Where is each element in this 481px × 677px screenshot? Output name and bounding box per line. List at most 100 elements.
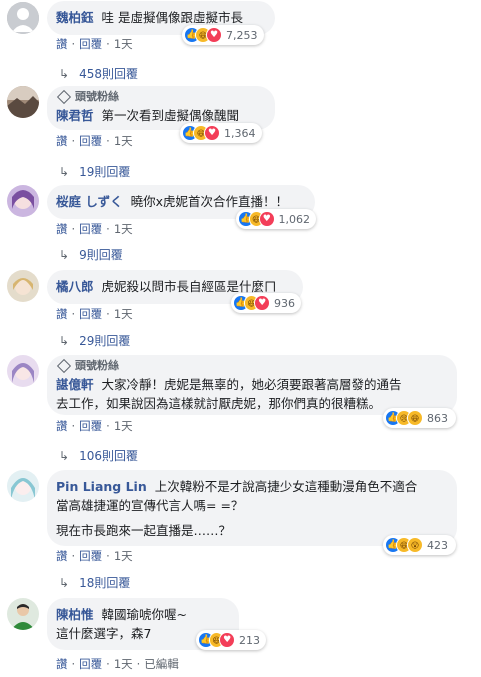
reaction-summary[interactable]: 👍 😆 ♥ 7,253 [182,25,264,45]
commenter-name[interactable]: Pin Liang Lin [56,479,147,494]
badge-label: 頭號粉絲 [75,359,119,372]
avatar[interactable] [7,2,39,34]
reply-link[interactable]: 回覆 [79,307,102,321]
love-reaction-icon: ♥ [206,27,222,43]
replies-count[interactable]: 106則回覆 [79,447,138,464]
replies-count[interactable]: 18則回覆 [79,574,130,591]
reply-link[interactable]: 回覆 [79,657,102,671]
love-reaction-icon: ♥ [219,632,236,648]
timestamp[interactable]: 1天 [114,307,133,321]
comment-actions: 讚 · 回覆 · 1天 [56,37,133,51]
comment-text: 第一次看到虛擬偶像醜聞 [101,108,240,123]
reaction-summary[interactable]: 👍 😆 ♥ 936 [231,293,301,313]
commenter-name[interactable]: 陳君哲 [56,108,94,123]
love-reaction-icon: ♥ [204,125,220,141]
haha-reaction-icon: 😆 [407,410,423,426]
comment-text: 大家冷靜！虎妮是無辜的，她必須要跟著高層發的通告 [101,377,402,392]
view-replies-link[interactable]: ↳ 458則回覆 [59,65,138,82]
avatar[interactable] [7,185,39,217]
replies-count[interactable]: 19則回覆 [79,163,130,180]
like-link[interactable]: 讚 [56,549,68,563]
timestamp[interactable]: 1天 [114,419,133,433]
view-replies-link[interactable]: ↳ 29則回覆 [59,332,130,349]
user-silhouette-icon [7,2,39,34]
comment-actions: 讚 · 回覆 · 1天 [56,307,133,321]
view-replies-link[interactable]: ↳ 18則回覆 [59,574,130,591]
reaction-count: 213 [239,633,261,647]
comment-line: 諶億軒 大家冷靜！虎妮是無辜的，她必須要跟著高層發的通告 [56,375,445,394]
reply-link[interactable]: 回覆 [79,549,102,563]
reply-link[interactable]: 回覆 [79,37,102,51]
profile-photo-avatar-icon [7,598,39,630]
edited-label[interactable]: 已編輯 [144,657,179,671]
timestamp[interactable]: 1天 [114,134,133,148]
comment-actions: 讚 · 回覆 · 1天 [56,134,133,148]
commenter-name[interactable]: 陳柏惟 [56,607,94,622]
comment-actions: 讚 · 回覆 · 1天 · 已編輯 [56,657,179,671]
anime-avatar-icon [7,470,39,502]
reaction-count: 863 [427,411,448,425]
reaction-summary[interactable]: 👍 😆 ♥ 1,062 [236,209,316,229]
timestamp[interactable]: 1天 [114,37,133,51]
reaction-count: 7,253 [226,28,258,42]
commenter-name[interactable]: 桜庭 しずく [56,194,123,209]
doll-avatar-icon [7,270,39,302]
avatar[interactable] [7,470,39,502]
reply-arrow-icon: ↳ [59,575,70,590]
reply-arrow-icon: ↳ [59,448,70,463]
view-replies-link[interactable]: ↳ 106則回覆 [59,447,138,464]
comment-text: 韓國瑜唬你喔~ [101,607,187,622]
wow-reaction-icon: 😮 [407,537,423,553]
reaction-count: 936 [274,296,296,310]
timestamp[interactable]: 1天 [114,222,133,236]
like-link[interactable]: 讚 [56,657,68,671]
reaction-summary[interactable]: 👍 😆 😮 423 [383,535,456,555]
reply-link[interactable]: 回覆 [79,222,102,236]
reaction-count: 1,062 [278,212,311,226]
avatar[interactable] [7,598,39,630]
like-link[interactable]: 讚 [56,37,68,51]
view-replies-link[interactable]: ↳ 9則回覆 [59,246,123,263]
commenter-name[interactable]: 魏柏鈺 [56,10,94,25]
reply-link[interactable]: 回覆 [79,134,102,148]
love-reaction-icon: ♥ [259,211,275,227]
comment-text: 虎妮殺以問市長自經區是什麼ㄇ [101,279,277,294]
reaction-count: 423 [427,538,448,552]
comment-text: 上次韓粉不是才說高捷少女這種動漫角色不適合 [154,479,418,494]
badge-label: 頭號粉絲 [75,90,119,103]
like-link[interactable]: 讚 [56,222,68,236]
replies-count[interactable]: 458則回覆 [79,65,138,82]
replies-count[interactable]: 9則回覆 [79,246,123,263]
comment-text: 曉你x虎妮首次合作直播！！ [130,194,288,209]
avatar[interactable] [7,355,39,387]
like-link[interactable]: 讚 [56,134,68,148]
comment-line: 陳柏惟 韓國瑜唬你喔~ [56,605,227,624]
reply-arrow-icon: ↳ [59,66,70,81]
reply-link[interactable]: 回覆 [79,419,102,433]
reaction-summary[interactable]: 👍 😆 ♥ 1,364 [180,123,262,143]
avatar[interactable] [7,270,39,302]
comment-bubble: 頭號粉絲 諶億軒 大家冷靜！虎妮是無辜的，她必須要跟著高層發的通告 去工作，如果… [47,355,457,415]
top-fan-badge: 頭號粉絲 [56,358,445,374]
replies-count[interactable]: 29則回覆 [79,332,130,349]
diamond-icon [56,358,72,374]
comment-actions: 讚 · 回覆 · 1天 [56,222,133,236]
anime-avatar-icon [7,185,39,217]
commenter-name[interactable]: 諶億軒 [56,377,94,392]
top-fan-badge: 頭號粉絲 [56,89,263,105]
reaction-count: 1,364 [224,126,256,140]
comment-text: 哇 是虛擬偶像跟虛擬市長 [101,10,243,25]
commenter-name[interactable]: 橘八郎 [56,279,94,294]
reply-arrow-icon: ↳ [59,247,70,262]
diamond-icon [56,89,72,105]
avatar[interactable] [7,86,39,118]
reaction-summary[interactable]: 👍 😆 ♥ 213 [196,630,266,650]
reply-arrow-icon: ↳ [59,164,70,179]
reaction-summary[interactable]: 👍 😢 😆 863 [383,408,456,428]
view-replies-link[interactable]: ↳ 19則回覆 [59,163,130,180]
timestamp[interactable]: 1天 [114,549,133,563]
timestamp[interactable]: 1天 [114,657,133,671]
like-link[interactable]: 讚 [56,307,68,321]
like-link[interactable]: 讚 [56,419,68,433]
reply-arrow-icon: ↳ [59,333,70,348]
